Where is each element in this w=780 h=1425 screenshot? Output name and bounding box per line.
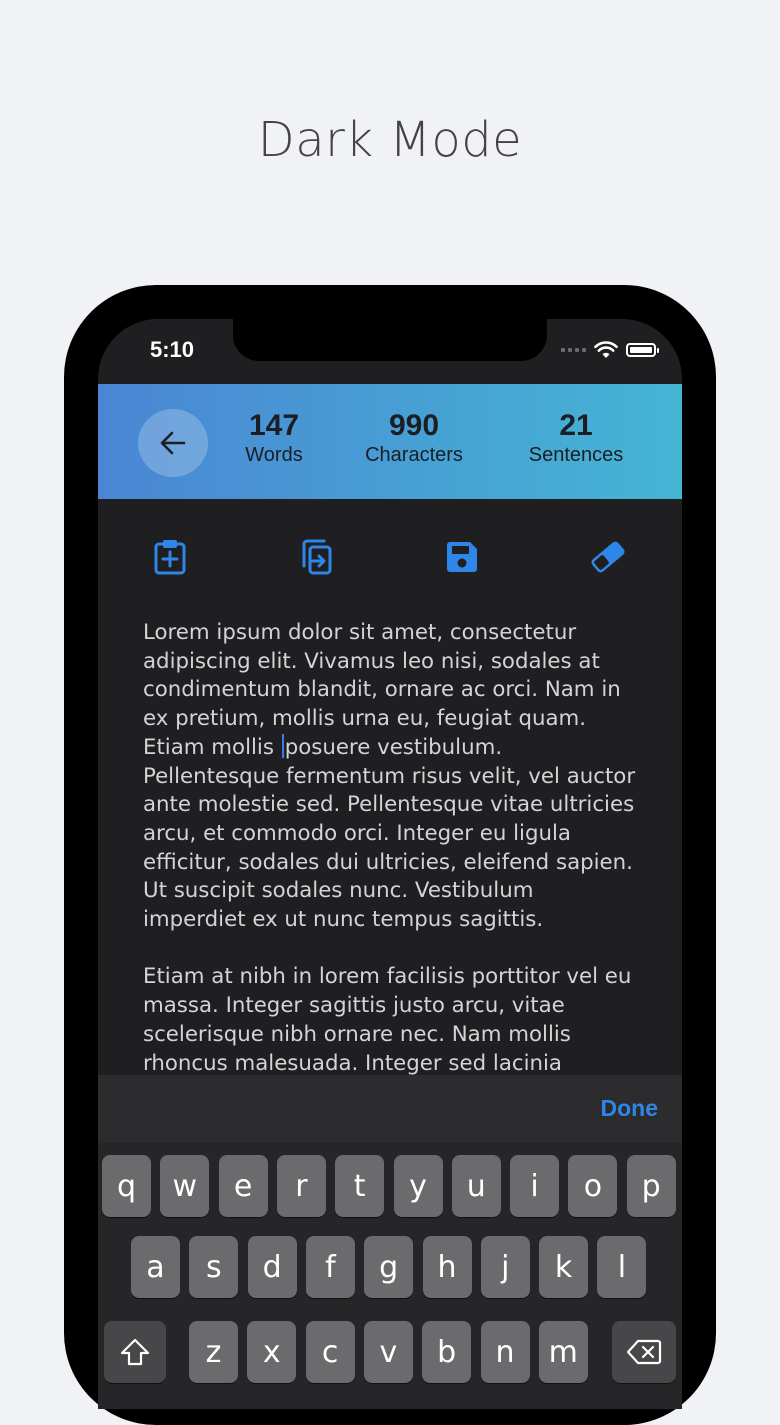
key-a[interactable]: a	[131, 1236, 180, 1298]
key-z[interactable]: z	[189, 1321, 238, 1383]
character-count-value: 990	[388, 409, 440, 442]
key-b[interactable]: b	[422, 1321, 472, 1383]
keyboard: qwertyuiop asdfghjkl zxcvbnm	[98, 1143, 682, 1409]
battery-icon	[626, 343, 659, 357]
key-o[interactable]: o	[568, 1155, 618, 1217]
shift-icon	[120, 1338, 150, 1366]
key-p[interactable]: p	[626, 1155, 676, 1217]
key-j[interactable]: j	[480, 1236, 530, 1298]
save-icon	[447, 542, 477, 572]
key-s[interactable]: s	[189, 1236, 239, 1298]
key-i[interactable]: i	[510, 1155, 560, 1217]
clear-button[interactable]	[588, 537, 628, 577]
key-t[interactable]: t	[335, 1155, 385, 1217]
key-y[interactable]: y	[393, 1155, 443, 1217]
shift-key[interactable]	[104, 1321, 166, 1383]
page-headline: Dark Mode	[257, 112, 523, 168]
phone-screen: 5:10 147 Words 990 Characters 21 Sentenc…	[98, 319, 682, 1409]
key-q[interactable]: q	[102, 1155, 151, 1217]
wifi-icon	[594, 341, 618, 358]
stats-header: 147 Words 990 Characters 21 Sentences	[98, 384, 682, 499]
key-f[interactable]: f	[305, 1236, 355, 1298]
key-c[interactable]: c	[305, 1321, 355, 1383]
key-n[interactable]: n	[480, 1321, 530, 1383]
copy-button[interactable]	[296, 537, 336, 577]
key-h[interactable]: h	[422, 1236, 472, 1298]
paste-button[interactable]	[150, 537, 190, 577]
text-editor[interactable]: Lorem ipsum dolor sit amet, consectetur …	[143, 619, 648, 1078]
key-e[interactable]: e	[218, 1155, 268, 1217]
eraser-icon	[591, 541, 625, 573]
key-g[interactable]: g	[364, 1236, 414, 1298]
cellular-signal-icon	[561, 348, 586, 352]
sentence-count-label: Sentences	[528, 444, 624, 466]
sentence-count-value: 21	[559, 409, 593, 442]
delete-key[interactable]	[612, 1321, 676, 1383]
status-icons	[561, 341, 659, 359]
editor-text-after-cursor: posuere vestibulum. Pellentesque ferment…	[143, 734, 636, 1076]
sentence-count-stat: 21 Sentences	[518, 410, 634, 468]
word-count-stat: 147 Words	[232, 410, 316, 468]
key-u[interactable]: u	[451, 1155, 501, 1217]
keyboard-accessory-bar: Done	[98, 1075, 682, 1143]
key-r[interactable]: r	[276, 1155, 326, 1217]
notch	[233, 319, 547, 361]
character-count-stat: 990 Characters	[354, 410, 474, 468]
key-m[interactable]: m	[538, 1321, 588, 1383]
key-d[interactable]: d	[247, 1236, 297, 1298]
key-w[interactable]: w	[160, 1155, 210, 1217]
text-cursor	[281, 733, 284, 758]
back-button[interactable]	[138, 409, 208, 477]
key-v[interactable]: v	[363, 1321, 413, 1383]
done-button[interactable]: Done	[601, 1095, 659, 1122]
save-button[interactable]	[442, 537, 482, 577]
backspace-icon	[626, 1339, 662, 1365]
character-count-label: Characters	[365, 444, 463, 466]
clipboard-paste-icon	[154, 540, 186, 575]
key-k[interactable]: k	[539, 1236, 589, 1298]
key-l[interactable]: l	[597, 1236, 647, 1298]
copy-icon	[302, 539, 332, 575]
word-count-value: 147	[248, 409, 300, 442]
status-time: 5:10	[150, 337, 195, 362]
key-x[interactable]: x	[247, 1321, 297, 1383]
word-count-label: Words	[245, 444, 303, 466]
arrow-left-icon	[160, 431, 186, 455]
